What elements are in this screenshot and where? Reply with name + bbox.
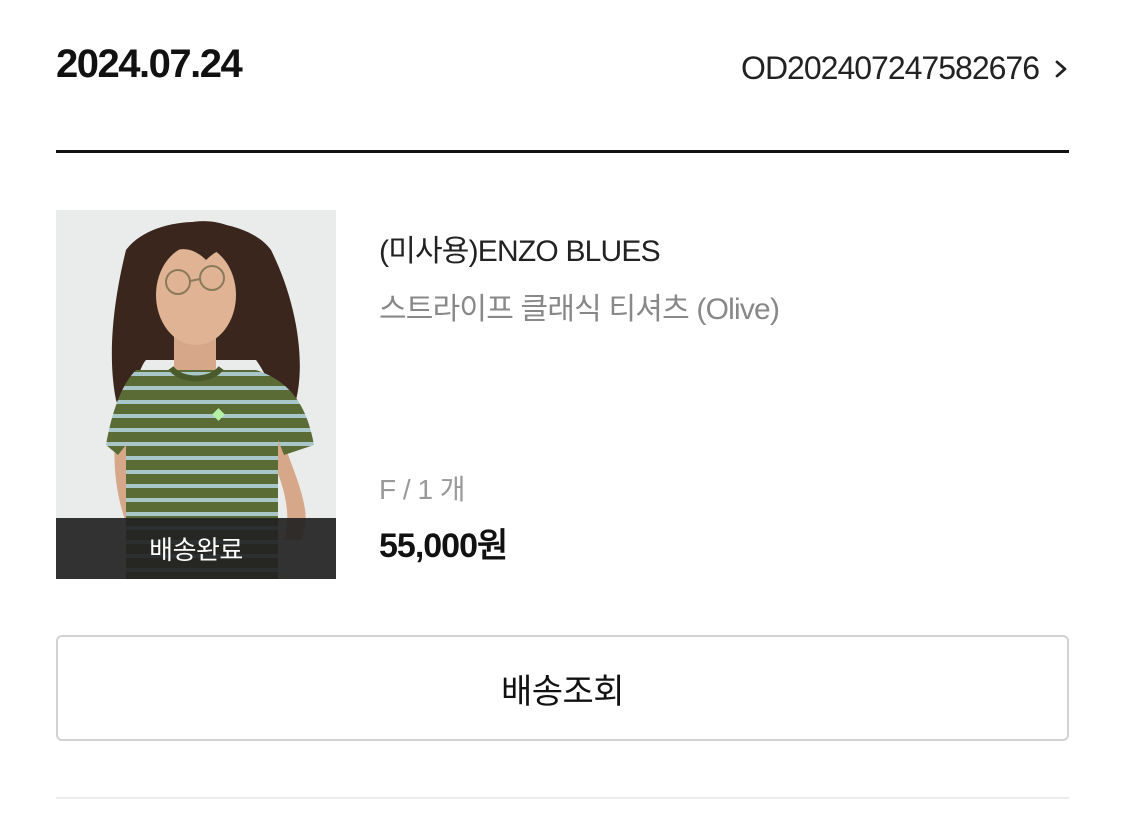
brand-name[interactable]: (미사용)ENZO BLUES: [379, 226, 661, 270]
track-delivery-label[interactable]: 배송조회: [501, 664, 625, 713]
delivery-status-overlay: 배송완료: [56, 518, 336, 579]
product-info: (미사용)ENZO BLUES 스트라이프 클래식 티셔츠 (Olive) F …: [379, 222, 1069, 582]
track-delivery-button[interactable]: 배송조회: [56, 635, 1069, 741]
section-divider: [56, 797, 1069, 799]
order-number[interactable]: OD202407247582676: [741, 50, 1040, 87]
product-thumbnail[interactable]: 배송완료: [56, 210, 336, 579]
product-option: F / 1 개: [379, 474, 466, 505]
delivery-status-label: 배송완료: [149, 535, 243, 565]
chevron-right-icon[interactable]: [1053, 59, 1069, 79]
order-header: 2024.07.24 OD202407247582676: [56, 36, 1069, 96]
header-divider: [56, 150, 1069, 153]
order-detail-link[interactable]: OD202407247582676: [741, 50, 1069, 87]
order-date: 2024.07.24: [56, 42, 243, 86]
product-price: 55,000원: [379, 527, 508, 565]
product-name[interactable]: 스트라이프 클래식 티셔츠 (Olive): [379, 284, 780, 328]
